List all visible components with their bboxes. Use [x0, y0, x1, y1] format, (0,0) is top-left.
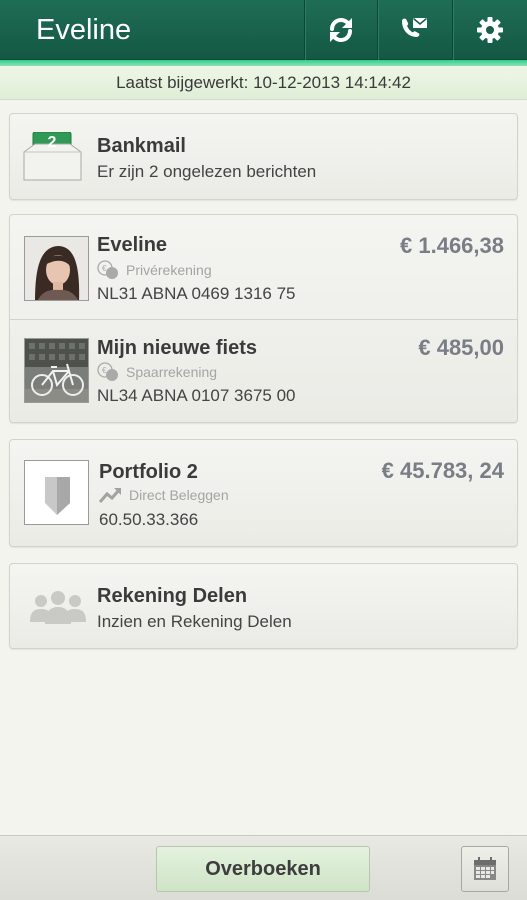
calendar-button[interactable]: [461, 846, 509, 892]
account-balance: € 1.466,38: [400, 233, 504, 258]
portfolio-card[interactable]: Portfolio 2 Direct Beleggen 60.50.33.366…: [9, 439, 518, 547]
share-account-card[interactable]: Rekening Delen Inzien en Rekening Delen: [9, 563, 518, 649]
account-name: Eveline: [97, 234, 168, 256]
accounts-card: Eveline € Privérekening NL31 ABNA 0469 1…: [9, 214, 518, 423]
share-subtitle: Inzien en Rekening Delen: [97, 612, 292, 631]
account-iban: NL34 ABNA 0107 3675 00: [97, 386, 296, 405]
share-title: Rekening Delen: [97, 585, 248, 607]
portfolio-type: Direct Beleggen: [129, 487, 229, 503]
trend-up-icon: [99, 488, 121, 503]
svg-text:€: €: [102, 264, 107, 273]
account-balance: € 485,00: [418, 335, 504, 360]
unread-count-badge: 2: [47, 134, 57, 151]
portfolio-number: 60.50.33.366: [99, 510, 199, 529]
account-row[interactable]: Eveline € Privérekening NL31 ABNA 0469 1…: [10, 215, 517, 319]
gear-icon: [477, 17, 503, 43]
account-type: Spaarrekening: [126, 364, 218, 380]
transfer-button[interactable]: Overboeken: [156, 846, 370, 892]
bankmail-subtitle: Er zijn 2 ongelezen berichten: [97, 162, 317, 181]
calendar-icon: [474, 857, 496, 880]
people-group-icon: [30, 591, 86, 624]
app-header: Eveline: [0, 0, 527, 60]
svg-text:€: €: [102, 366, 107, 375]
refresh-icon: [329, 17, 353, 43]
account-row[interactable]: Mijn nieuwe fiets € Spaarrekening NL34 A…: [10, 320, 517, 424]
portfolio-value: € 45.783, 24: [381, 458, 504, 483]
account-photo: [24, 236, 89, 301]
last-updated-status: Laatst bijgewerkt: 10-12-2013 14:14:42: [0, 66, 527, 100]
account-photo: [24, 338, 89, 403]
portfolio-name: Portfolio 2: [99, 461, 198, 483]
settings-button[interactable]: [452, 0, 527, 60]
refresh-button[interactable]: [304, 0, 377, 60]
contact-button[interactable]: [377, 0, 450, 60]
page-title: Eveline: [36, 14, 132, 46]
phone-mail-icon: [402, 17, 427, 37]
euro-coins-icon: €: [97, 362, 118, 381]
bankmail-title: Bankmail: [97, 135, 186, 157]
account-name: Mijn nieuwe fiets: [97, 337, 258, 359]
bankmail-card[interactable]: 2 Bankmail Er zijn 2 ongelezen berichten: [9, 113, 518, 200]
abn-shield-logo: [24, 460, 89, 525]
euro-coins-icon: €: [97, 260, 118, 279]
account-iban: NL31 ABNA 0469 1316 75: [97, 284, 296, 303]
account-type: Privérekening: [126, 262, 212, 278]
mailbox-icon: 2: [23, 131, 82, 182]
bottom-bar: Overboeken: [0, 835, 527, 900]
